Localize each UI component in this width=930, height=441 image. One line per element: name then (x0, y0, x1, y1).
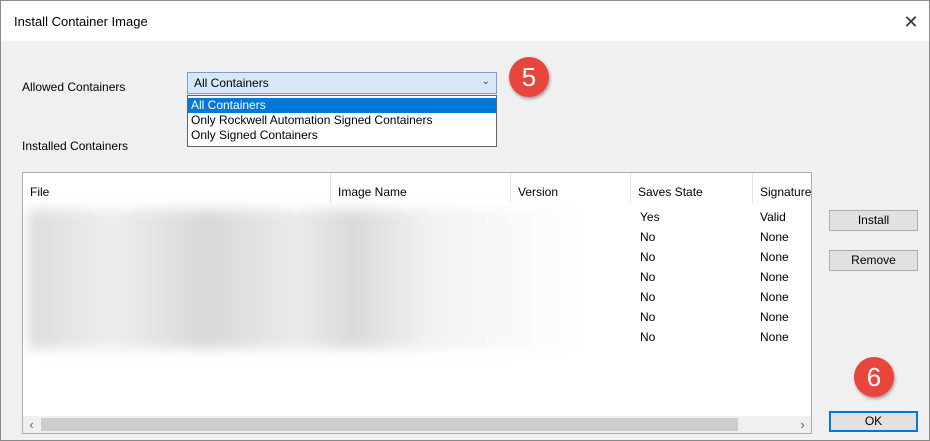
scroll-right-icon[interactable]: › (794, 416, 811, 433)
column-header-signature[interactable]: Signature (753, 173, 811, 203)
option-rockwell-signed[interactable]: Only Rockwell Automation Signed Containe… (188, 113, 496, 128)
install-container-image-dialog: Install Container Image ✕ Allowed Contai… (0, 0, 930, 441)
saves-state-cell: No (640, 250, 656, 264)
allowed-containers-label: Allowed Containers (22, 80, 126, 94)
installed-containers-label: Installed Containers (22, 139, 129, 153)
title-bar: Install Container Image ✕ (1, 1, 929, 41)
saves-state-cell: Yes (640, 210, 660, 224)
installed-containers-list[interactable]: File Image Name Version Saves State Sign… (22, 172, 812, 434)
signature-cell: None (760, 270, 789, 284)
close-icon[interactable]: ✕ (897, 10, 925, 34)
signature-cell: None (760, 230, 789, 244)
saves-state-cell: No (640, 270, 656, 284)
scrollbar-thumb[interactable] (41, 418, 738, 431)
allowed-containers-value: All Containers (194, 76, 269, 90)
column-header-image-name[interactable]: Image Name (331, 173, 511, 203)
allowed-containers-dropdown: All Containers Only Rockwell Automation … (187, 95, 497, 147)
option-signed-only[interactable]: Only Signed Containers (188, 128, 496, 143)
chevron-down-icon[interactable]: ⌄ (482, 76, 490, 87)
saves-state-cell: No (640, 290, 656, 304)
signature-cell: None (760, 330, 789, 344)
window-title: Install Container Image (14, 14, 148, 29)
option-all-containers[interactable]: All Containers (188, 98, 496, 113)
redacted-region (28, 209, 588, 349)
install-button[interactable]: Install (829, 210, 918, 231)
saves-state-cell: No (640, 310, 656, 324)
column-header-file[interactable]: File (23, 173, 331, 203)
signature-cell: None (760, 250, 789, 264)
signature-cell: Valid (760, 210, 786, 224)
allowed-containers-select[interactable]: All Containers ⌄ (187, 72, 497, 94)
signature-cell: None (760, 290, 789, 304)
saves-state-cell: No (640, 230, 656, 244)
signature-cell: None (760, 310, 789, 324)
saves-state-cell: No (640, 330, 656, 344)
scroll-left-icon[interactable]: ‹ (23, 416, 40, 433)
ok-button[interactable]: OK (829, 411, 918, 432)
column-header-version[interactable]: Version (511, 173, 631, 203)
step-6-badge: 6 (854, 357, 894, 397)
remove-button[interactable]: Remove (829, 250, 918, 271)
column-header-saves-state[interactable]: Saves State (631, 173, 753, 203)
step-5-badge: 5 (509, 57, 549, 97)
horizontal-scrollbar[interactable]: ‹ › (23, 416, 811, 433)
